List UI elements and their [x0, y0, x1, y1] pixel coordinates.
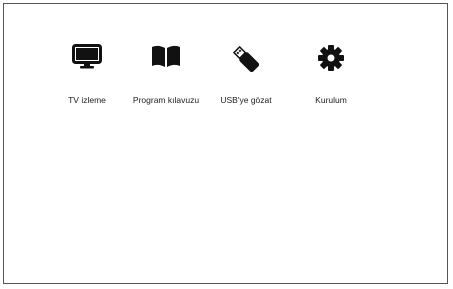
- menu-item-setup[interactable]: Kurulum: [281, 44, 381, 105]
- home-menu-screen: TV izleme Program kılavuzu USB'ye gözat: [3, 3, 448, 284]
- menu-item-label: Kurulum: [315, 95, 347, 105]
- gear-icon: [281, 44, 381, 80]
